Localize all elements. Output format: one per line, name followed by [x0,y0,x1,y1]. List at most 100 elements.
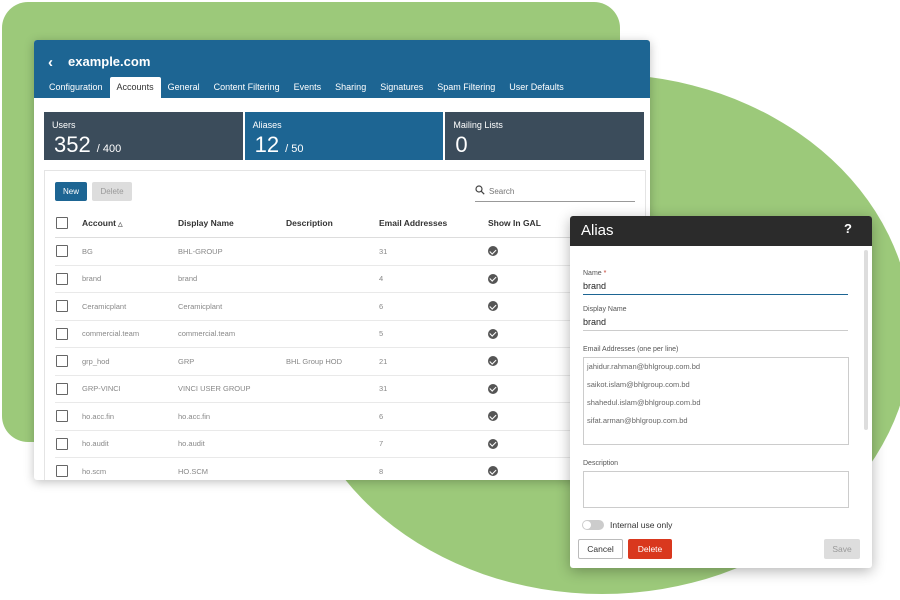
email-count-cell: 7 [378,430,487,458]
display-name-label: Display Name [583,306,627,313]
email-line: jahidur.rahman@bhlgroup.com.bd [587,362,701,371]
delete-button[interactable]: Delete [92,182,132,201]
domain-title: example.com [68,54,151,69]
display-name-cell: brand [177,265,285,293]
stat-label: Users [52,120,76,130]
check-circle-icon [488,356,498,367]
check-circle-icon [488,328,498,339]
description-label: Description [583,460,619,467]
description-cell [285,375,378,403]
check-circle-icon [488,246,498,257]
new-button[interactable]: New [55,182,87,201]
stat-max: / 400 [96,143,122,155]
stat-value: 352/ 400 [54,132,122,157]
row-checkbox[interactable] [56,245,68,258]
table-body: BG BHL-GROUP 31 brand brand 4 Ceramicplant Cera… [55,237,635,480]
tab-user-defaults[interactable]: User Defaults [502,77,571,98]
display-name-cell: ho.audit [177,430,285,458]
stat-value: 12/ 50 [254,132,304,157]
row-select-cell [55,430,81,458]
email-line: sifat.arman@bhlgroup.com.bd [587,416,688,425]
row-checkbox[interactable] [56,272,68,285]
row-select-cell [55,237,81,266]
tab-accounts[interactable]: Accounts [109,77,161,98]
col-account[interactable]: Account △ [81,209,177,238]
help-icon[interactable]: ? [844,221,852,236]
back-chevron-icon[interactable]: ‹ [48,54,53,71]
stat-mailing-lists[interactable]: Mailing Lists 0 [445,112,645,160]
description-cell [285,402,378,431]
table-row[interactable]: commercial.team commercial.team 5 [55,320,635,348]
row-checkbox[interactable] [56,300,68,313]
name-field[interactable]: brand [583,279,848,295]
tab-sharing[interactable]: Sharing [328,77,373,98]
table-row[interactable]: Ceramicplant Ceramicplant 6 [55,292,635,321]
email-line: saikot.islam@bhlgroup.com.bd [587,380,690,389]
display-name-field[interactable]: brand [583,315,848,331]
tab-content-filtering[interactable]: Content Filtering [207,77,287,98]
row-checkbox[interactable] [56,382,68,395]
stat-label: Aliases [252,120,282,130]
account-cell: ho.audit [81,430,177,458]
table-row[interactable]: BG BHL-GROUP 31 [55,237,635,266]
description-cell [285,430,378,458]
table-row[interactable]: ho.acc.fin ho.acc.fin 6 [55,402,635,431]
account-cell: GRP-VINCI [81,375,177,403]
tab-signatures[interactable]: Signatures [373,77,430,98]
alias-delete-button[interactable]: Delete [628,539,672,559]
table-row[interactable]: GRP-VINCI VINCI USER GROUP 31 [55,375,635,403]
table-row[interactable]: ho.audit ho.audit 7 [55,430,635,458]
email-addresses-field[interactable]: jahidur.rahman@bhlgroup.com.bd saikot.is… [583,357,849,445]
row-select-cell [55,265,81,293]
table-row[interactable]: ho.scm HO.SCM 8 [55,457,635,480]
domain-window: ‹ example.com Configuration Accounts Gen… [34,40,650,480]
tab-configuration[interactable]: Configuration [42,77,110,98]
domain-header: ‹ example.com Configuration Accounts Gen… [34,40,650,98]
email-count-cell: 6 [378,402,487,431]
stat-label: Mailing Lists [453,120,503,130]
table-header-row: Account △ Display Name Description Email … [55,209,635,238]
row-select-cell [55,347,81,376]
stat-max: / 50 [285,143,304,155]
account-cell: ho.acc.fin [81,402,177,431]
search-input[interactable] [489,183,629,199]
col-email-addresses[interactable]: Email Addresses [378,209,487,238]
row-checkbox[interactable] [56,437,68,450]
row-checkbox[interactable] [56,355,68,368]
display-name-cell: Ceramicplant [177,292,285,321]
alias-dialog-header: Alias ? [570,216,872,246]
email-count-cell: 21 [378,347,487,376]
stat-aliases[interactable]: Aliases 12/ 50 [244,112,444,160]
tab-spam-filtering[interactable]: Spam Filtering [430,77,502,98]
row-select-cell [55,457,81,480]
description-cell: BHL Group HOD [285,347,378,376]
description-field[interactable] [583,471,849,508]
table-row[interactable]: brand brand 4 [55,265,635,293]
email-line: shahedul.islam@bhlgroup.com.bd [587,398,701,407]
name-label: Name * [583,270,607,277]
tab-general[interactable]: General [161,77,207,98]
row-checkbox[interactable] [56,327,68,340]
row-select-cell [55,375,81,403]
row-checkbox[interactable] [56,410,68,423]
col-display-name[interactable]: Display Name [177,209,285,238]
row-checkbox[interactable] [56,465,68,478]
cancel-button[interactable]: Cancel [578,539,623,559]
select-all-checkbox[interactable] [56,217,68,229]
account-cell: brand [81,265,177,293]
stat-users[interactable]: Users 352/ 400 [44,112,243,160]
email-count-cell: 31 [378,237,487,266]
row-select-cell [55,402,81,431]
description-cell [285,265,378,293]
email-count-cell: 6 [378,292,487,321]
tab-events[interactable]: Events [287,77,329,98]
table-row[interactable]: grp_hod GRP BHL Group HOD 21 [55,347,635,376]
display-name-cell: ho.acc.fin [177,402,285,431]
check-circle-icon [488,438,498,449]
save-button[interactable]: Save [824,539,860,559]
account-cell: grp_hod [81,347,177,376]
display-name-cell: HO.SCM [177,457,285,480]
dialog-scrollbar[interactable] [864,250,868,430]
col-description[interactable]: Description [285,209,378,238]
internal-use-toggle[interactable] [582,520,604,530]
